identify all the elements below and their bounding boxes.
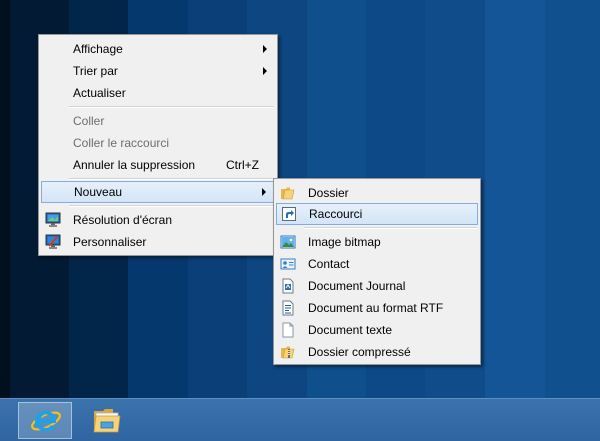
menu-item-annuler-suppression[interactable]: Annuler la suppression Ctrl+Z <box>41 154 275 176</box>
taskbar-internet-explorer-button[interactable] <box>18 402 72 439</box>
menu-item-actualiser[interactable]: Actualiser <box>41 82 275 104</box>
menu-item-label: Document texte <box>308 323 393 337</box>
menu-item-label: Document Journal <box>308 279 406 293</box>
menu-item-label: Nouveau <box>74 185 123 199</box>
shortcut-icon <box>282 207 296 221</box>
menu-item-label: Dossier compressé <box>308 345 411 359</box>
new-submenu: Dossier Raccourci Image bitmap Contact D… <box>273 178 481 365</box>
menu-item-nouveau[interactable]: Nouveau <box>41 181 275 203</box>
menu-item-label: Personnaliser <box>73 235 147 249</box>
menu-item-label: Coller le raccourci <box>73 136 170 150</box>
menu-item-label: Coller <box>73 114 105 128</box>
submenu-arrow-icon <box>263 67 267 75</box>
menu-separator <box>69 205 274 207</box>
submenu-item-contact[interactable]: Contact <box>276 253 478 275</box>
desktop-context-menu: Affichage Trier par Actualiser Coller Co… <box>38 34 278 256</box>
menu-item-coller-raccourci: Coller le raccourci <box>41 132 275 154</box>
menu-item-label: Annuler la suppression <box>73 158 196 172</box>
menu-item-label: Trier par <box>73 64 118 78</box>
contact-card-icon <box>280 258 296 270</box>
screen-resolution-icon <box>45 212 61 227</box>
menu-item-label: Résolution d'écran <box>73 213 173 227</box>
menu-item-resolution-ecran[interactable]: Résolution d'écran <box>41 209 275 231</box>
menu-item-label: Contact <box>308 257 350 271</box>
file-explorer-icon <box>93 409 121 433</box>
taskbar <box>0 398 600 441</box>
menu-item-label: Affichage <box>73 42 123 56</box>
menu-item-label: Actualiser <box>73 86 126 100</box>
journal-document-icon <box>282 278 294 294</box>
submenu-item-dossier[interactable]: Dossier <box>276 182 478 204</box>
menu-item-personnaliser[interactable]: Personnaliser <box>41 231 275 253</box>
folder-icon <box>281 187 295 200</box>
menu-item-coller: Coller <box>41 110 275 132</box>
submenu-item-dossier-compresse[interactable]: Dossier compressé <box>276 341 478 363</box>
menu-item-trier-par[interactable]: Trier par <box>41 60 275 82</box>
submenu-item-document-rtf[interactable]: Document au format RTF <box>276 297 478 319</box>
internet-explorer-icon <box>31 411 61 431</box>
menu-separator <box>69 178 274 180</box>
submenu-arrow-icon <box>262 188 266 196</box>
menu-item-label: Raccourci <box>309 207 363 221</box>
menu-separator <box>69 106 274 108</box>
personalize-icon <box>45 234 61 249</box>
submenu-item-document-journal[interactable]: Document Journal <box>276 275 478 297</box>
compressed-folder-icon <box>281 346 295 359</box>
bitmap-image-icon <box>280 235 296 249</box>
submenu-item-document-texte[interactable]: Document texte <box>276 319 478 341</box>
submenu-item-raccourci[interactable]: Raccourci <box>276 203 478 225</box>
submenu-item-image-bitmap[interactable]: Image bitmap <box>276 231 478 253</box>
rtf-document-icon <box>282 300 294 316</box>
text-document-icon <box>282 322 294 338</box>
menu-item-affichage[interactable]: Affichage <box>41 38 275 60</box>
menu-separator <box>304 227 477 229</box>
taskbar-file-explorer-button[interactable] <box>80 402 134 439</box>
menu-item-label: Image bitmap <box>308 235 381 249</box>
menu-item-label: Dossier <box>308 186 349 200</box>
menu-item-label: Document au format RTF <box>308 301 444 315</box>
submenu-arrow-icon <box>263 45 267 53</box>
menu-item-shortcut: Ctrl+Z <box>226 158 259 172</box>
